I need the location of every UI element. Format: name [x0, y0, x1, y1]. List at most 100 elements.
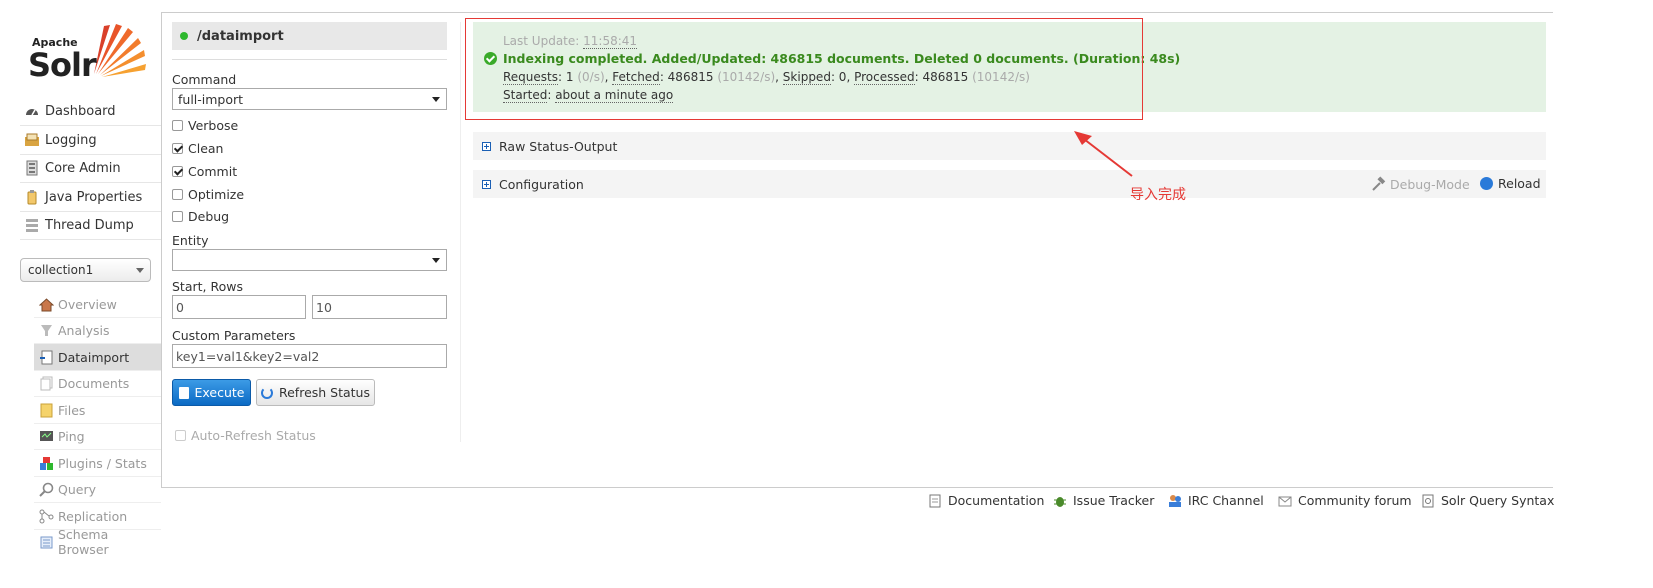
nav-item-label: Core Admin: [45, 160, 121, 176]
checkbox-box[interactable]: [172, 188, 183, 200]
command-select[interactable]: full-import: [172, 88, 447, 110]
core-item-overview[interactable]: Overview: [34, 291, 161, 318]
nav-item-logging[interactable]: Logging: [20, 126, 161, 155]
checkbox-label: Debug: [188, 208, 230, 224]
core-selector-value: collection1: [28, 263, 94, 277]
raw-status-output-panel[interactable]: Raw Status-Output: [473, 132, 1546, 160]
refresh-status-label: Refresh Status: [278, 385, 370, 400]
entity-label: Entity: [172, 233, 209, 248]
core-item-label: Overview: [58, 296, 117, 312]
custom-params-label: Custom Parameters: [172, 328, 296, 343]
verbose-checkbox[interactable]: Verbose: [172, 116, 238, 134]
replication-icon: [39, 509, 54, 524]
footer-link-label: Community forum: [1298, 493, 1412, 508]
footer-community-forum-link[interactable]: Community forum: [1278, 493, 1412, 508]
ping-icon: [39, 429, 54, 444]
core-item-label: Dataimport: [58, 349, 130, 365]
auto-refresh-checkbox[interactable]: Auto-Refresh Status: [175, 426, 316, 444]
hammer-icon: [1372, 176, 1386, 191]
column-divider: [460, 22, 461, 442]
commit-checkbox[interactable]: Commit: [172, 162, 237, 180]
core-selector[interactable]: collection1: [20, 258, 151, 282]
expand-plus-icon[interactable]: [482, 179, 491, 189]
documents-icon: [39, 376, 54, 391]
core-item-schema-browser[interactable]: Schema Browser: [34, 527, 161, 557]
footer-link-label: IRC Channel: [1188, 493, 1264, 508]
chevron-down-icon: [432, 258, 440, 263]
overview-icon: [38, 297, 55, 312]
optimize-checkbox[interactable]: Optimize: [172, 185, 244, 203]
analysis-icon: [39, 323, 54, 338]
checkbox-box[interactable]: [172, 119, 183, 131]
nav-item-label: Dashboard: [45, 103, 116, 119]
query-syntax-icon: [1421, 494, 1435, 508]
checkbox-box[interactable]: [175, 429, 186, 441]
start-rows-label: Start, Rows: [172, 279, 243, 294]
execute-icon: [178, 386, 189, 399]
panel-label: Configuration: [499, 176, 584, 192]
clean-checkbox[interactable]: Clean: [172, 139, 223, 157]
core-item-label: Plugins / Stats: [58, 455, 147, 471]
nav-item-core-admin[interactable]: Core Admin: [20, 154, 161, 183]
chevron-down-icon: [432, 97, 440, 102]
checkbox-label: Auto-Refresh Status: [191, 427, 316, 443]
annotation-text: 导入完成: [1130, 187, 1186, 203]
core-item-dataimport[interactable]: Dataimport: [34, 344, 161, 371]
footer-query-syntax-link[interactable]: Solr Query Syntax: [1421, 493, 1554, 508]
checkbox-box-checked[interactable]: [172, 165, 183, 177]
checkbox-label: Verbose: [188, 117, 239, 133]
core-item-label: Ping: [58, 428, 85, 444]
footer-link-label: Documentation: [948, 493, 1045, 508]
mail-icon: [1278, 494, 1292, 508]
java-properties-icon: [24, 189, 40, 205]
core-item-files[interactable]: Files: [34, 397, 161, 424]
checkbox-label: Optimize: [188, 186, 245, 202]
execute-button[interactable]: Execute: [172, 379, 251, 406]
handler-header[interactable]: /dataimport: [172, 22, 447, 50]
annotation-highlight-box: [465, 18, 1143, 120]
checkbox-label: Commit: [188, 163, 238, 179]
nav-item-java-properties[interactable]: Java Properties: [20, 183, 161, 212]
footer-issue-tracker-link[interactable]: Issue Tracker: [1053, 493, 1154, 508]
status-dot-icon: [180, 32, 188, 40]
footer-link-label: Solr Query Syntax: [1441, 493, 1555, 508]
form-divider: [172, 59, 447, 60]
reload-button[interactable]: Reload: [1480, 176, 1541, 191]
core-item-label: Query: [58, 481, 96, 497]
rows-input[interactable]: 10: [312, 295, 447, 319]
core-item-label: Documents: [58, 375, 130, 391]
footer-documentation-link[interactable]: Documentation: [928, 493, 1044, 508]
core-item-documents[interactable]: Documents: [34, 370, 161, 397]
custom-params-input[interactable]: key1=val1&key2=val2: [172, 344, 447, 368]
core-item-replication[interactable]: Replication: [34, 503, 161, 530]
core-item-plugins-stats[interactable]: Plugins / Stats: [34, 450, 161, 477]
debug-mode-button[interactable]: Debug-Mode: [1370, 176, 1470, 192]
dataimport-icon: [39, 350, 54, 365]
handler-title: /dataimport: [197, 28, 284, 44]
refresh-status-button[interactable]: Refresh Status: [256, 379, 375, 406]
nav-item-label: Java Properties: [45, 189, 143, 205]
expand-plus-icon[interactable]: [482, 141, 491, 151]
core-item-analysis[interactable]: Analysis: [34, 317, 161, 344]
bug-icon: [1053, 494, 1067, 508]
checkbox-box[interactable]: [172, 210, 183, 222]
core-item-ping[interactable]: Ping: [34, 423, 161, 450]
query-icon: [39, 482, 54, 497]
command-label: Command: [172, 72, 237, 87]
checkbox-box-checked[interactable]: [172, 142, 183, 154]
refresh-icon: [1480, 177, 1493, 190]
footer-irc-channel-link[interactable]: IRC Channel: [1168, 493, 1264, 508]
irc-icon: [1168, 494, 1182, 508]
logo-solr-text: Solr: [28, 46, 97, 84]
entity-select[interactable]: [172, 249, 447, 271]
solr-logo[interactable]: Apache Solr: [28, 22, 148, 86]
core-item-query[interactable]: Query: [34, 476, 161, 503]
debug-checkbox[interactable]: Debug: [172, 207, 229, 225]
start-input[interactable]: 0: [172, 295, 306, 319]
execute-label: Execute: [194, 385, 245, 400]
panel-label: Raw Status-Output: [499, 138, 618, 154]
nav-item-dashboard[interactable]: Dashboard: [20, 97, 161, 126]
annotation-arrow-icon: [1074, 131, 1133, 177]
nav-item-thread-dump[interactable]: Thread Dump: [20, 211, 161, 240]
command-select-value: full-import: [178, 91, 244, 107]
